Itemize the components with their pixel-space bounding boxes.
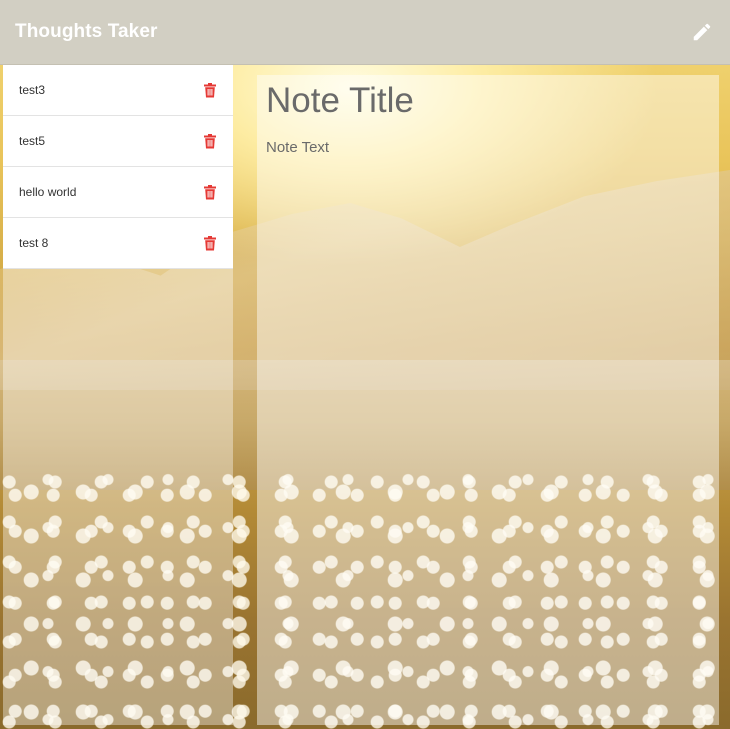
- delete-note-button[interactable]: [203, 184, 217, 200]
- trash-icon: [204, 82, 216, 97]
- delete-note-button[interactable]: [203, 133, 217, 149]
- note-item-test3[interactable]: test3: [3, 65, 233, 116]
- note-item-label: test3: [19, 83, 46, 97]
- delete-note-button[interactable]: [203, 82, 217, 98]
- note-item-label: hello world: [19, 185, 77, 199]
- note-item-test5[interactable]: test5: [3, 116, 233, 167]
- app-header: Thoughts Taker: [0, 0, 730, 65]
- trash-icon: [204, 184, 216, 199]
- app-title: Thoughts Taker: [15, 21, 158, 42]
- note-item-test-8[interactable]: test 8: [3, 218, 233, 269]
- note-text-area[interactable]: [266, 139, 710, 639]
- trash-icon: [204, 133, 216, 148]
- note-list: test3 test5 hello world test 8: [3, 65, 233, 269]
- note-item-hello-world[interactable]: hello world: [3, 167, 233, 218]
- trash-icon: [204, 235, 216, 250]
- delete-note-button[interactable]: [203, 235, 217, 251]
- note-item-label: test 8: [19, 236, 49, 250]
- note-editor: [257, 75, 719, 725]
- new-note-button[interactable]: [689, 19, 715, 45]
- note-title-input[interactable]: [266, 79, 710, 123]
- pencil-icon: [693, 23, 711, 41]
- note-item-label: test5: [19, 134, 46, 148]
- note-list-sidebar: test3 test5 hello world test 8: [3, 65, 233, 725]
